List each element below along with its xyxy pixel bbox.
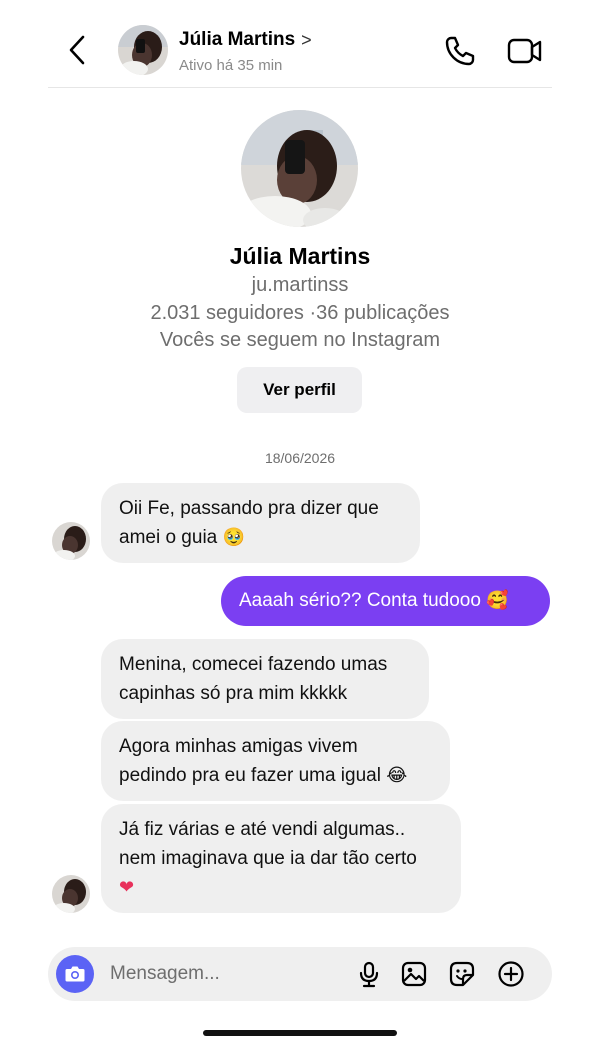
message-text: pedindo pra eu fazer uma igual 😂 <box>119 765 408 786</box>
message-bubble[interactable]: Agora minhas amigas vivem pedindo pra eu… <box>101 721 450 801</box>
message-composer <box>48 947 552 1001</box>
emoji-icon: 😂 <box>386 765 408 786</box>
camera-button[interactable] <box>56 955 94 993</box>
message-input[interactable] <box>110 959 330 989</box>
chat-header: Júlia Martins > Ativo há 35 min <box>0 0 600 88</box>
image-icon <box>401 961 427 987</box>
camera-icon <box>65 966 85 982</box>
message-bubble[interactable]: Já fiz várias e até vendi algumas.. nem … <box>101 804 461 913</box>
home-indicator <box>203 1030 397 1036</box>
sticker-icon <box>449 961 475 987</box>
plus-circle-icon <box>498 961 524 987</box>
message-text: Menina, comecei fazendo umas <box>119 654 388 675</box>
message-text: Oii Fe, passando pra dizer que <box>119 498 379 519</box>
voice-message-button[interactable] <box>355 960 383 988</box>
sticker-button[interactable] <box>448 960 476 988</box>
message-bubble[interactable]: Oii Fe, passando pra dizer que amei o gu… <box>101 483 420 563</box>
voice-call-button[interactable] <box>442 33 478 69</box>
contact-avatar[interactable] <box>118 25 168 75</box>
date-separator: 18/06/2026 <box>264 450 336 466</box>
phone-icon <box>445 36 475 66</box>
video-camera-icon <box>507 38 542 64</box>
message-text: Aaaah sério?? Conta tudooo <box>239 590 481 611</box>
profile-handle: ju.martinss <box>251 274 349 296</box>
message-text: Já fiz várias e até vendi algumas.. <box>119 819 406 840</box>
gallery-button[interactable] <box>400 960 428 988</box>
message-bubble-outgoing[interactable]: Aaaah sério?? Conta tudooo 🥰 <box>221 576 550 626</box>
back-button[interactable] <box>62 32 92 68</box>
message-bubble[interactable]: Menina, comecei fazendo umas capinhas só… <box>101 639 429 719</box>
more-options-button[interactable] <box>497 960 525 988</box>
message-text: Agora minhas amigas vivem <box>119 736 358 757</box>
message-avatar[interactable] <box>52 522 90 560</box>
video-call-button[interactable] <box>505 33 545 69</box>
follow-status: Vocês se seguem no Instagram <box>159 329 441 351</box>
contact-name: Júlia Martins <box>179 29 296 50</box>
emoji-icon: 🥹 <box>222 527 245 548</box>
message-avatar[interactable] <box>52 875 90 913</box>
contact-status: Ativo há 35 min <box>179 57 283 74</box>
message-text: nem imaginava que ia dar tão certo <box>119 848 417 869</box>
emoji-icon: 🥰 <box>486 590 509 611</box>
contact-name-link[interactable]: Júlia Martins > <box>179 29 312 51</box>
view-profile-button[interactable]: Ver perfil <box>237 367 362 413</box>
profile-name: Júlia Martins <box>229 243 371 269</box>
microphone-icon <box>359 961 379 988</box>
message-text: amei o guia 🥹 <box>119 527 245 548</box>
header-divider <box>48 87 552 88</box>
profile-avatar[interactable] <box>241 110 358 227</box>
heart-icon: ❤ <box>119 877 135 898</box>
back-chevron-icon <box>69 35 85 65</box>
message-text: capinhas só pra mim kkkkk <box>119 683 348 704</box>
chevron-right-icon: > <box>301 30 312 50</box>
profile-stats: 2.031 seguidores ·36 publicações <box>150 302 450 324</box>
